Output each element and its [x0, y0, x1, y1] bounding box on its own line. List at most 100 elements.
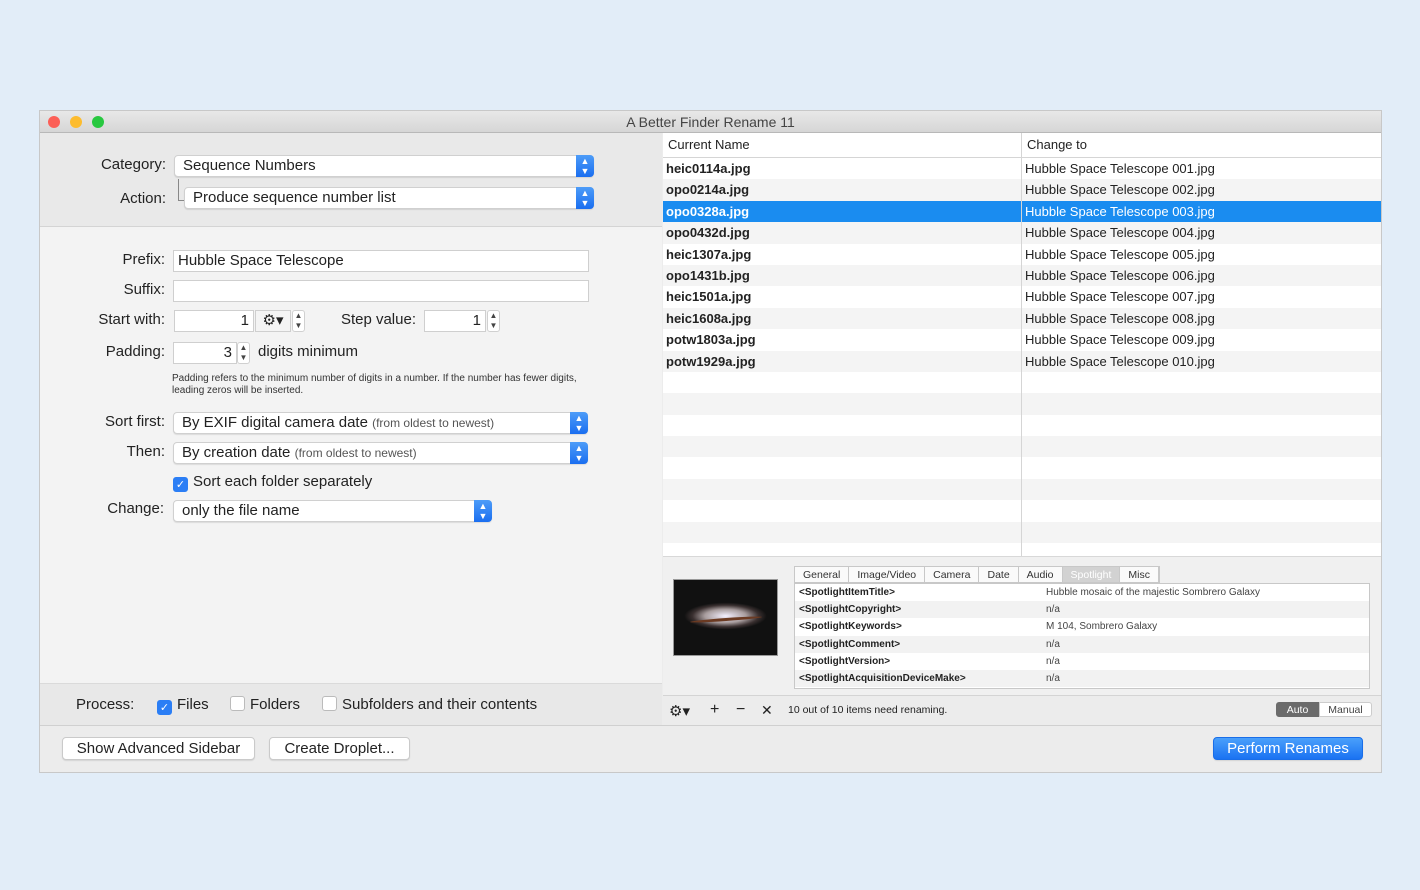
padding-help: Padding refers to the minimum number of … — [172, 373, 577, 396]
minimize-window-button[interactable] — [70, 116, 82, 128]
status-text: 10 out of 10 items need renaming. — [788, 704, 948, 716]
table-row[interactable]: heic1501a.jpg Hubble Space Telescope 007.… — [663, 286, 1381, 307]
image-thumbnail — [673, 579, 778, 656]
empty-row — [663, 521, 1381, 544]
add-icon[interactable]: + — [710, 701, 719, 719]
subfolders-label: Subfolders and their contents — [342, 696, 538, 713]
chevron-updown-icon: ▲ ▼ — [576, 187, 594, 209]
table-row[interactable]: heic0114a.jpg Hubble Space Telescope 001.… — [663, 158, 1381, 179]
manual-mode-button[interactable]: Manual — [1319, 702, 1372, 717]
current-name: heic1501a.jpg — [666, 289, 752, 305]
action-selector-area: Category: Sequence Numbers ▲ ▼ Action: Pro… — [40, 133, 662, 227]
then-popup[interactable]: By creation date (from oldest to newest)… — [173, 442, 588, 464]
new-name: Hubble Space Telescope 004.jpg — [1025, 225, 1215, 241]
empty-row — [663, 478, 1381, 501]
new-name: Hubble Space Telescope 008.jpg — [1025, 310, 1215, 326]
metadata-row: <SpotlightCopyright> n/a — [795, 601, 1369, 619]
padding-label: Padding: — [105, 343, 165, 360]
auto-mode-button[interactable]: Auto — [1276, 702, 1319, 717]
step-input[interactable]: 1 — [424, 310, 486, 332]
bottom-bar: Show Advanced Sidebar Create Droplet... … — [40, 725, 1381, 772]
current-name: heic1608a.jpg — [666, 310, 752, 326]
tab-image-video[interactable]: Image/Video — [849, 567, 926, 582]
metadata-row: <SpotlightAcquisitionDeviceMake> n/a — [795, 669, 1369, 688]
tab-camera[interactable]: Camera — [925, 567, 980, 582]
options-panel: Prefix: Hubble Space Telescope Suffix: S… — [40, 227, 662, 683]
create-droplet-button[interactable]: Create Droplet... — [269, 737, 410, 760]
show-advanced-sidebar-button[interactable]: Show Advanced Sidebar — [62, 737, 255, 760]
prefix-input[interactable]: Hubble Space Telescope — [173, 250, 589, 272]
table-row[interactable]: opo0214a.jpg Hubble Space Telescope 002.j… — [663, 179, 1381, 201]
padding-suffix: digits minimum — [258, 343, 359, 360]
zoom-window-button[interactable] — [92, 116, 104, 128]
close-window-button[interactable] — [48, 116, 60, 128]
new-name: Hubble Space Telescope 001.jpg — [1025, 161, 1215, 176]
current-name: heic0114a.jpg — [666, 161, 751, 176]
current-name: opo0432d.jpg — [666, 225, 750, 241]
padding-input[interactable]: 3 — [173, 342, 237, 364]
suffix-input[interactable] — [173, 280, 589, 302]
column-header-current[interactable]: Current Name — [668, 133, 750, 157]
action-popup[interactable]: Produce sequence number list ▲ ▼ — [184, 187, 594, 209]
table-row[interactable]: potw1803a.jpg Hubble Space Telescope 009.… — [663, 329, 1381, 350]
current-name: potw1929a.jpg — [666, 353, 756, 369]
table-row[interactable]: heic1307a.jpg Hubble Space Telescope 005.… — [663, 244, 1381, 265]
step-stepper[interactable]: ▲ ▼ — [487, 310, 500, 332]
folders-checkbox[interactable]: Folders — [230, 696, 300, 713]
checkmark-icon: ✓ — [157, 700, 172, 715]
then-label: Then: — [126, 443, 165, 460]
folders-label: Folders — [250, 696, 301, 713]
metadata-row: <SpotlightComment> n/a — [795, 635, 1369, 653]
new-name: Hubble Space Telescope 010.jpg — [1025, 353, 1215, 369]
prefix-label: Prefix: — [122, 251, 165, 268]
clear-icon[interactable]: ✕ — [761, 702, 773, 719]
category-popup[interactable]: Sequence Numbers ▲ ▼ — [174, 155, 594, 177]
chevron-updown-icon: ▲ ▼ — [570, 442, 588, 464]
metadata-value: Hubble mosaic of the majestic Sombrero G… — [1046, 587, 1260, 598]
start-input[interactable]: 1 — [174, 310, 254, 332]
subfolders-checkbox[interactable]: Subfolders and their contents — [322, 696, 537, 713]
current-name: opo1431b.jpg — [666, 267, 750, 283]
process-label: Process: — [76, 696, 135, 713]
suffix-label: Suffix: — [123, 281, 165, 298]
tab-misc[interactable]: Misc — [1120, 567, 1159, 582]
sort-value: By EXIF digital camera date — [182, 414, 368, 431]
sort-folder-label: Sort each folder separately — [193, 473, 373, 490]
start-stepper[interactable]: ▲ ▼ — [292, 310, 305, 332]
new-name: Hubble Space Telescope 003.jpg — [1025, 203, 1215, 219]
column-divider[interactable] — [1021, 133, 1022, 556]
files-checkbox[interactable]: ✓ Files — [157, 696, 209, 715]
gear-menu-button[interactable]: ⚙▾ — [255, 310, 291, 332]
table-row[interactable]: opo1431b.jpg Hubble Space Telescope 006.j… — [663, 264, 1381, 287]
perform-renames-button[interactable]: Perform Renames — [1213, 737, 1363, 760]
metadata-key: <SpotlightComment> — [799, 638, 901, 650]
file-info-panel: General Image/Video Camera Date Audio Spotlig… — [663, 556, 1381, 695]
sort-first-popup[interactable]: By EXIF digital camera date (from oldest… — [173, 412, 588, 434]
current-name: heic1307a.jpg — [666, 246, 752, 262]
info-tabs: General Image/Video Camera Date Audio Spotlig… — [794, 566, 1160, 583]
tab-audio[interactable]: Audio — [1019, 567, 1063, 582]
gear-menu-icon[interactable]: ⚙▾ — [669, 702, 690, 720]
padding-stepper[interactable]: ▲ ▼ — [237, 342, 250, 364]
table-row[interactable]: potw1929a.jpg Hubble Space Telescope 010.… — [663, 350, 1381, 372]
category-label: Category: — [100, 156, 166, 173]
current-name: potw1803a.jpg — [666, 332, 756, 348]
change-label: Change: — [107, 500, 164, 517]
table-row[interactable]: heic1608a.jpg Hubble Space Telescope 008.… — [663, 307, 1381, 330]
remove-icon[interactable]: − — [736, 701, 745, 719]
change-popup[interactable]: only the file name ▲ ▼ — [173, 500, 492, 522]
metadata-value: M 104, Sombrero Galaxy — [1046, 621, 1158, 633]
list-toolbar: ⚙▾ + − ✕ 10 out of 10 items need renamin… — [663, 695, 1381, 725]
chevron-updown-icon: ▲ ▼ — [474, 500, 492, 522]
tab-date[interactable]: Date — [979, 567, 1019, 582]
tab-general[interactable]: General — [795, 567, 850, 582]
sort-folder-checkbox[interactable]: ✓ Sort each folder separately — [173, 473, 372, 492]
table-row[interactable]: opo0328a.jpg Hubble Space Telescope 003.j… — [663, 200, 1381, 223]
metadata-value: n/a — [1046, 672, 1060, 684]
new-name: Hubble Space Telescope 005.jpg — [1025, 246, 1215, 262]
tab-spotlight[interactable]: Spotlight — [1062, 567, 1121, 582]
empty-row — [663, 457, 1381, 478]
rename-preview-table: Current Name Change to heic0114a.jpg Hubb… — [663, 133, 1381, 556]
table-row[interactable]: opo0432d.jpg Hubble Space Telescope 004.j… — [663, 222, 1381, 244]
column-header-change-to[interactable]: Change to — [1027, 133, 1087, 157]
